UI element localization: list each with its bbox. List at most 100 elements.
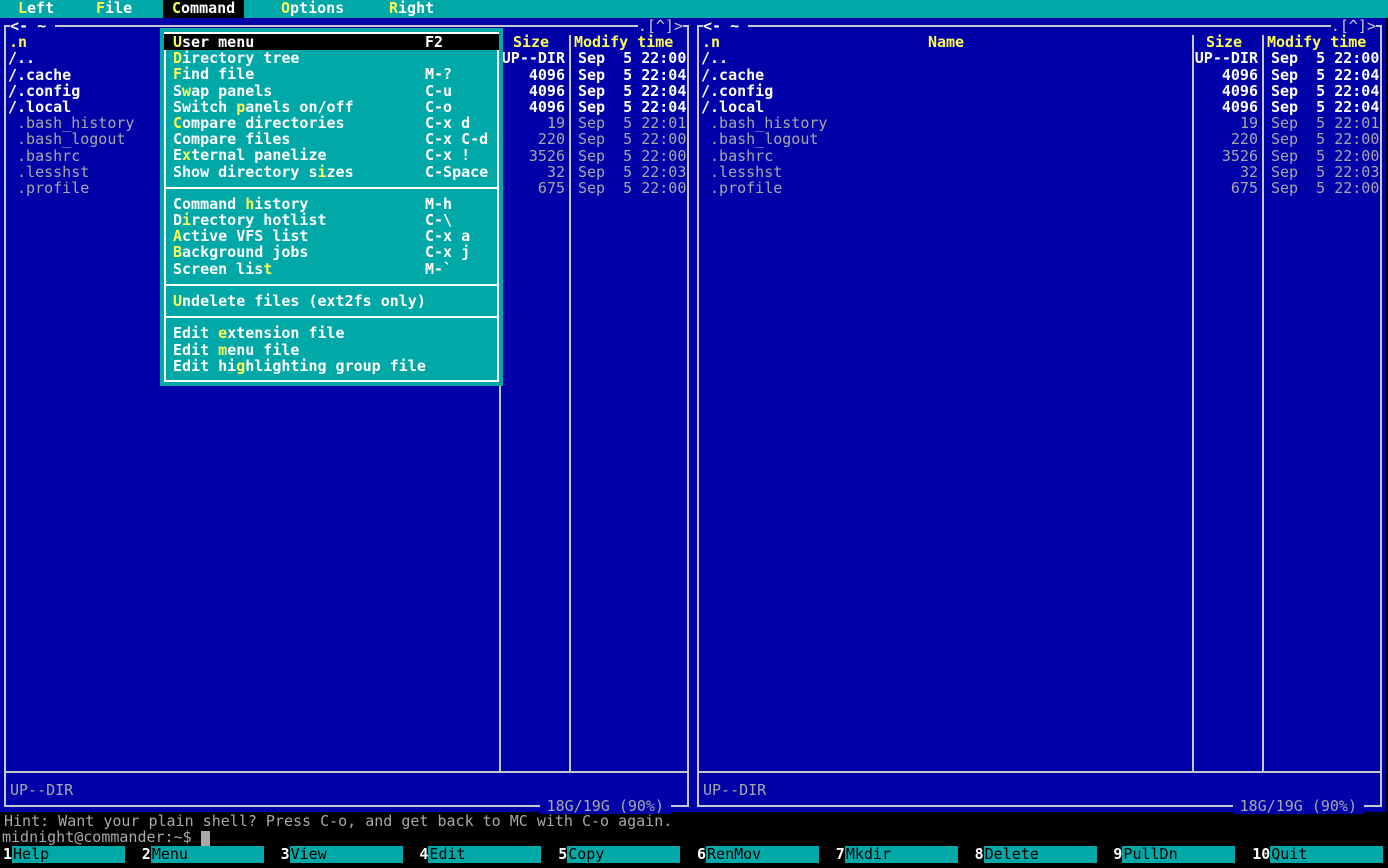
column-header-size[interactable]: Size [497,34,565,50]
menu-separator [164,277,499,293]
menu-item-find-file[interactable]: Find fileM-? [164,66,499,82]
menu-item-shortcut: M-` [425,261,452,277]
file-size: 4096 [1194,67,1258,83]
fkey-6-renmov[interactable]: 6RenMov [694,846,819,863]
file-mtime: Sep 5 22:00 [1271,50,1379,66]
fkey-9-pulldn[interactable]: 9PullDn [1110,846,1235,863]
hotkey-letter: F [96,0,105,17]
menu-item-command-history[interactable]: Command historyM-h [164,196,499,212]
menu-item-shortcut: C-x j [425,244,470,260]
file-row[interactable]: /.cache4096Sep 5 22:04 [697,67,1382,83]
file-row[interactable]: /..UP--DIRSep 5 22:00 [697,50,1382,66]
fkey-1-help[interactable]: 1Help [0,846,125,863]
file-row[interactable]: /.config4096Sep 5 22:04 [697,83,1382,99]
menu-item-label: Background jobs [173,243,308,261]
menubar-item-command[interactable]: Command [163,0,244,18]
menubar-item-right[interactable]: Right [380,0,443,18]
file-size: 675 [501,180,565,196]
file-size: 32 [501,164,565,180]
panel-title-right: <- ~ [703,18,748,34]
file-mtime: Sep 5 22:00 [578,148,686,164]
file-mtime: Sep 5 22:03 [578,164,686,180]
fkey-5-copy[interactable]: 5Copy [555,846,680,863]
menubar-item-file[interactable]: File [87,0,141,18]
menu-item-directory-tree[interactable]: Directory tree [164,50,499,66]
menu-item-compare-directories[interactable]: Compare directoriesC-x d [164,115,499,131]
file-panel-right: <- ~ .[^]> .n Name Size Modify time/..UP--DI… [693,18,1386,812]
file-mtime: Sep 5 22:01 [578,115,686,131]
menu-item-compare-files[interactable]: Compare filesC-x C-d [164,131,499,147]
menu-item-external-panelize[interactable]: External panelizeC-x ! [164,147,499,163]
hotkey-letter: U [173,292,182,310]
file-mtime: Sep 5 22:01 [1271,115,1379,131]
file-row[interactable]: /.local4096Sep 5 22:04 [697,99,1382,115]
column-header-mtime[interactable]: Modify time [574,34,673,50]
menu-item-edit-highlighting-group-file[interactable]: Edit highlighting group file [164,358,499,374]
fkey-4-edit[interactable]: 4Edit [416,846,541,863]
fkey-2-menu[interactable]: 2Menu [139,846,264,863]
fkey-3-view[interactable]: 3View [278,846,403,863]
panel-corner-controls-left[interactable]: .[^]> [638,18,683,34]
menu-item-active-vfs-list[interactable]: Active VFS listC-x a [164,228,499,244]
mini-status-separator [4,771,689,773]
menu-item-screen-list[interactable]: Screen listM-` [164,261,499,277]
hotkey-letter: g [236,357,245,375]
command-line[interactable]: midnight@commander:~$ [2,829,210,846]
file-row[interactable]: .lesshst32Sep 5 22:03 [697,164,1382,180]
menu-item-shortcut: C-u [425,83,452,99]
file-mtime: Sep 5 22:00 [578,131,686,147]
fkey-label: Quit [1270,846,1383,863]
menu-item-swap-panels[interactable]: Swap panelsC-u [164,83,499,99]
menu-item-shortcut: C-x C-d [425,131,488,147]
file-row[interactable]: .profile675Sep 5 22:00 [697,180,1382,196]
menu-separator [164,180,499,196]
menu-item-edit-extension-file[interactable]: Edit extension file [164,325,499,341]
column-header-mtime[interactable]: Modify time [1267,34,1366,50]
fkey-10-quit[interactable]: 10Quit [1249,846,1383,863]
fkey-number: 4 [416,846,428,863]
menu-item-directory-hotlist[interactable]: Directory hotlistC-\ [164,212,499,228]
sort-indicator-right[interactable]: .n [702,34,720,50]
fkey-label: View [290,846,403,863]
file-row[interactable]: .bash_history19Sep 5 22:01 [697,115,1382,131]
file-row[interactable]: .bash_logout220Sep 5 22:00 [697,131,1382,147]
file-row[interactable]: .bashrc3526Sep 5 22:00 [697,148,1382,164]
column-header-name[interactable]: Name [912,34,980,50]
menu-item-label: External panelize [173,146,327,164]
menu-item-switch-panels-on-off[interactable]: Switch panels on/offC-o [164,99,499,115]
menu-item-user-menu[interactable]: User menuF2 [164,34,499,50]
panel-corner-controls-right[interactable]: .[^]> [1331,18,1376,34]
panel-status-left: UP--DIR [10,782,73,798]
fkey-7-mkdir[interactable]: 7Mkdir [833,846,958,863]
panel-status-right: UP--DIR [703,782,766,798]
fkey-label: PullDn [1122,846,1235,863]
hotkey-letter: O [281,0,290,17]
menu-item-background-jobs[interactable]: Background jobs C-x j [164,244,499,260]
file-size: 220 [1194,131,1258,147]
file-mtime: Sep 5 22:04 [578,99,686,115]
menu-item-label: Show directory sizes [173,163,354,181]
menu-item-shortcut: M-h [425,196,452,212]
fkey-8-delete[interactable]: 8Delete [972,846,1097,863]
menu-item-edit-menu-file[interactable]: Edit menu file [164,342,499,358]
menubar-item-left[interactable]: Left [9,0,63,18]
fkey-number: 5 [555,846,567,863]
file-name: .bashrc [8,148,80,164]
file-mtime: Sep 5 22:04 [578,83,686,99]
file-name: /.config [8,83,80,99]
file-mtime: Sep 5 22:00 [1271,148,1379,164]
file-mtime: Sep 5 22:04 [578,67,686,83]
file-name: .profile [701,180,782,196]
menubar-item-options[interactable]: Options [272,0,353,18]
fkey-number: 3 [278,846,290,863]
menu-item-shortcut: C-\ [425,212,452,228]
menu-item-label: Edit extension file [173,324,345,342]
hotkey-letter: C [172,0,181,17]
menu-item-undelete-files-ext2fs-only-[interactable]: Undelete files (ext2fs only) [164,293,499,309]
file-name: .bashrc [701,148,773,164]
hotkey-letter: t [263,260,272,278]
column-header-size[interactable]: Size [1190,34,1258,50]
menu-item-show-directory-sizes[interactable]: Show directory sizesC-Space [164,164,499,180]
sort-indicator-left[interactable]: .n [9,34,27,50]
fkey-label: Help [12,846,125,863]
